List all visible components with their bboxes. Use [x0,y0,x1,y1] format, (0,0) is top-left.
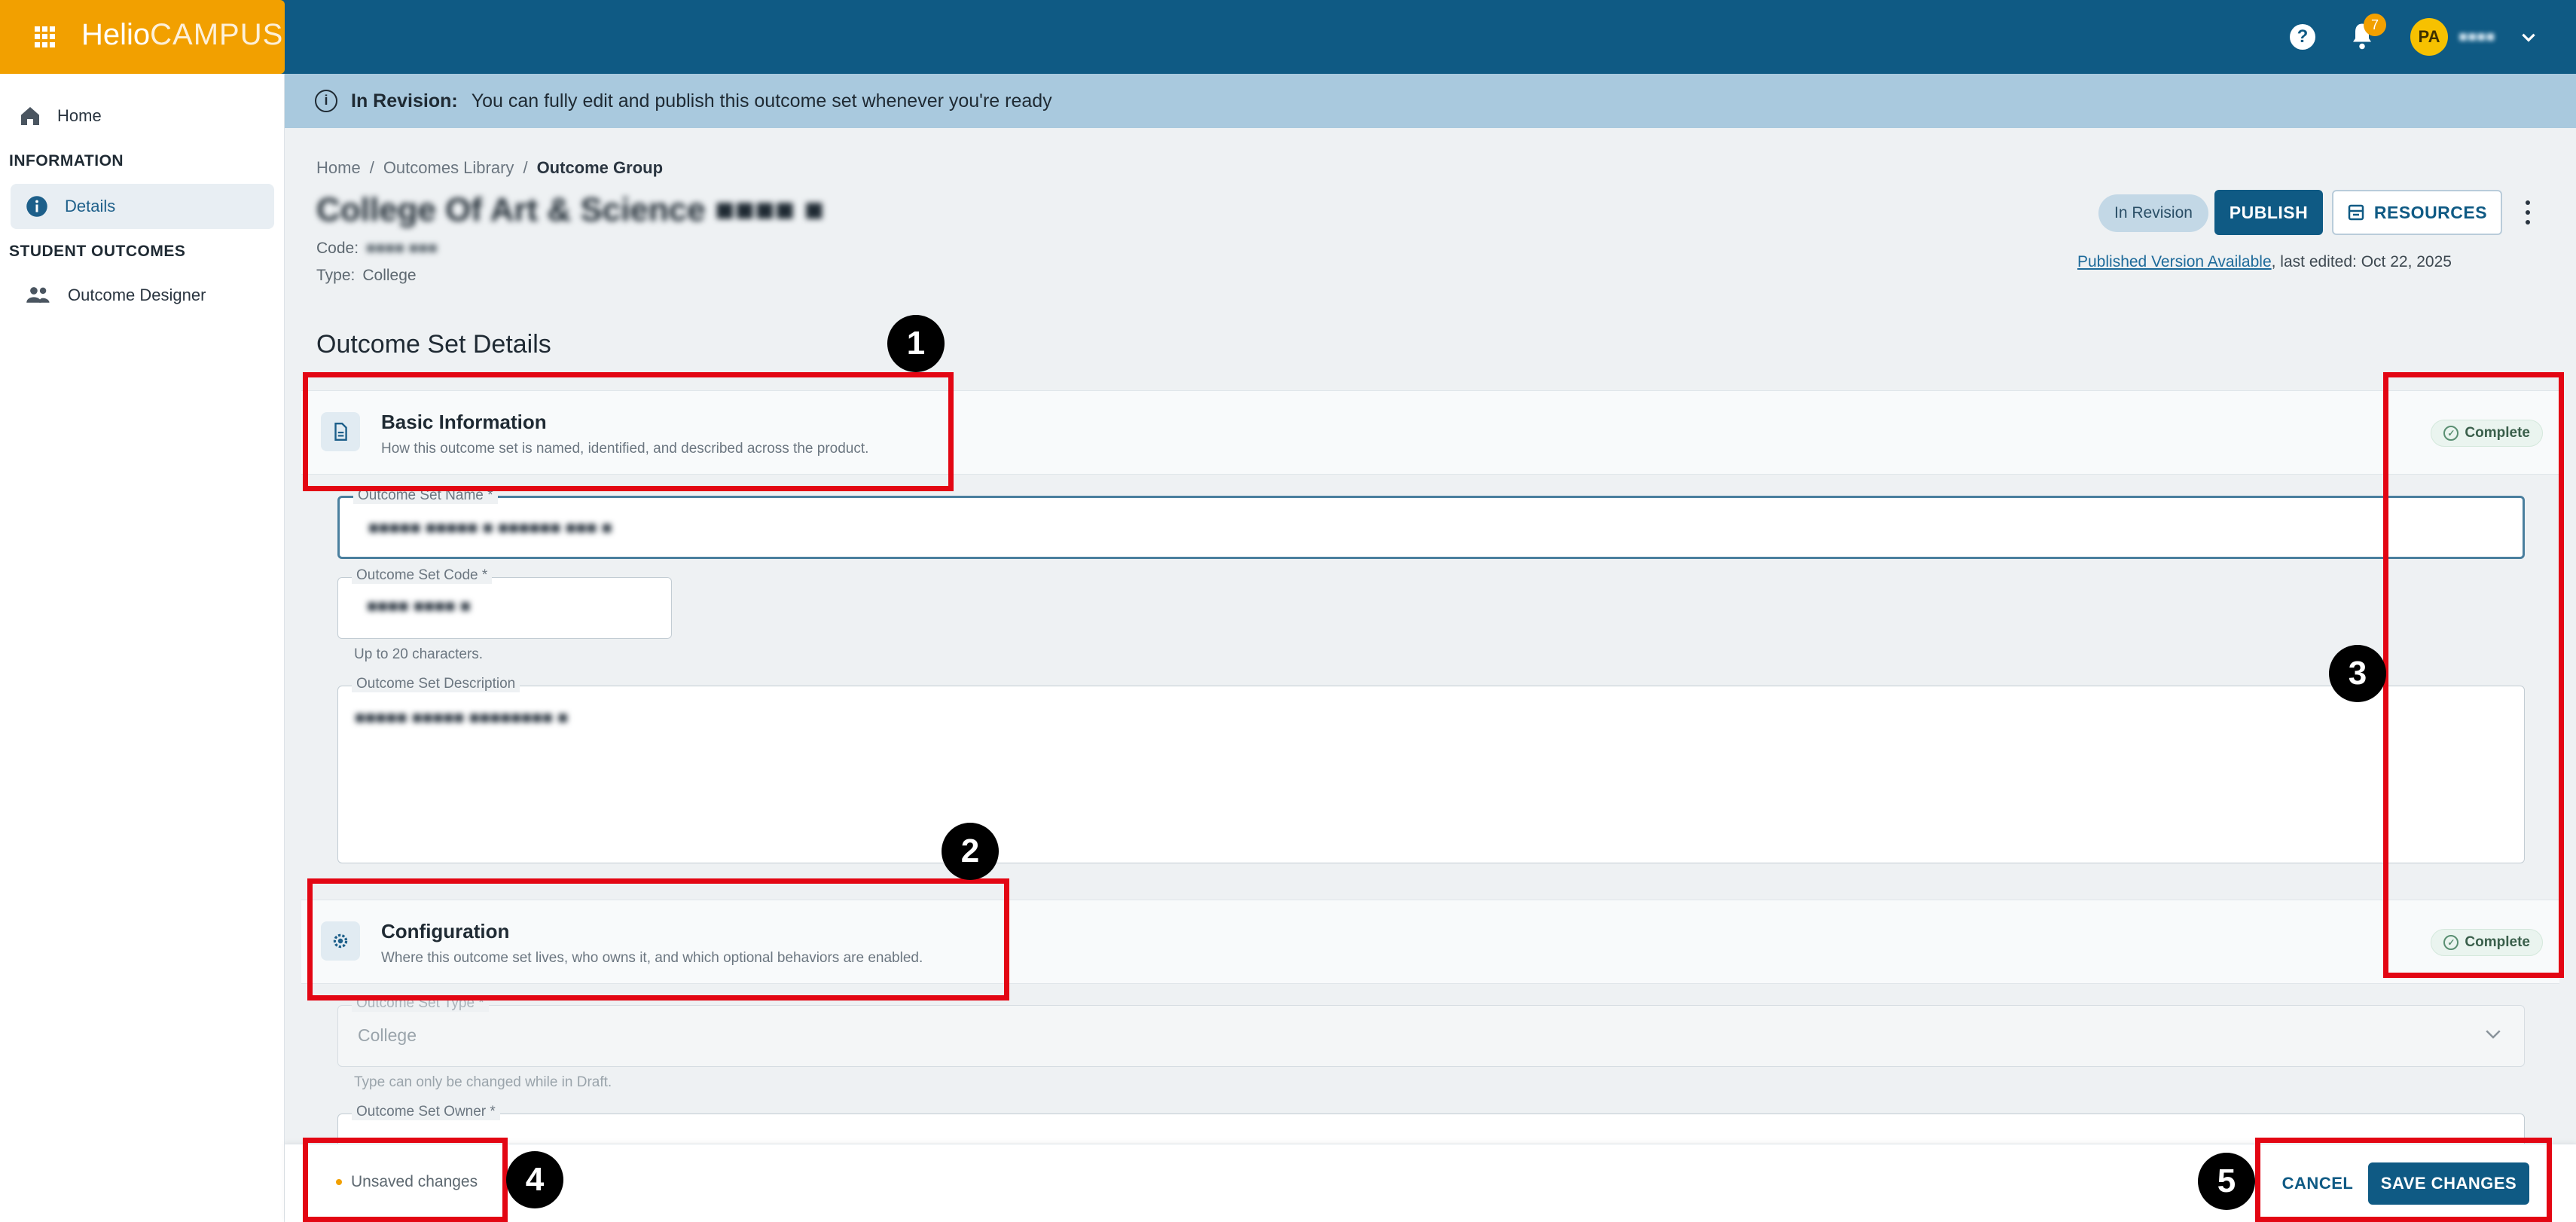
status-badge: In Revision [2098,194,2208,232]
chevron-down-icon [2486,1030,2501,1039]
field-value: ■■■■■ ■■■■■ ■ ■■■■■■ ■■■ ■ [368,518,612,537]
resources-button[interactable]: RESOURCES [2332,190,2502,235]
field-label: Outcome Set Description [352,676,520,692]
callout-number-1: 1 [887,315,945,372]
field-label: Outcome Set Code * [352,567,493,584]
callout-box-1 [303,372,954,491]
breadcrumb-current: Outcome Group [536,158,664,177]
type-label: Type: [316,267,356,284]
sidebar: Home INFORMATION Details STUDENT OUTCOME… [0,74,285,1222]
resources-icon [2348,204,2364,221]
brand-logo[interactable]: HelioCAMPUS [81,18,283,52]
type-meta: Type: College [316,267,417,285]
sidebar-section-information: INFORMATION [9,152,124,170]
banner-message: You can fully edit and publish this outc… [471,90,1052,112]
published-version-link[interactable]: Published Version Available [2077,253,2272,270]
more-options-icon[interactable] [2517,197,2538,228]
callout-number-5: 5 [2198,1153,2255,1210]
type-value: College [362,267,417,284]
outcome-set-description-field[interactable]: Outcome Set Description ■■■■■ ■■■■■ ■■■■… [337,676,2525,863]
outcome-set-type-select[interactable]: Outcome Set Type * College [337,995,2525,1067]
callout-number-4: 4 [506,1151,563,1208]
people-icon [26,287,50,303]
breadcrumb-outcomes-library[interactable]: Outcomes Library [383,158,514,177]
avatar[interactable]: PA [2410,18,2448,56]
section-heading: Outcome Set Details [316,330,551,359]
main-content: Home / Outcomes Library / Outcome Group Coll… [285,128,2576,1222]
type-helper-text: Type can only be changed while in Draft. [354,1074,612,1090]
help-icon[interactable]: ? [2290,24,2315,50]
app-grid-icon[interactable] [35,26,56,47]
outcome-set-name-field[interactable]: Outcome Set Name * ■■■■■ ■■■■■ ■ ■■■■■■ … [337,487,2525,559]
notification-badge: 7 [2364,14,2386,36]
sidebar-item-details[interactable]: Details [11,184,274,229]
code-label: Code: [316,240,359,257]
callout-box-3 [2383,372,2564,978]
callout-number-3: 3 [2329,645,2386,702]
breadcrumb-home[interactable]: Home [316,158,361,177]
brand-area: HelioCAMPUS [0,0,285,74]
resources-label: RESOURCES [2373,202,2488,222]
sidebar-item-label: Details [65,197,116,215]
top-bar: HelioCAMPUS ? 7 PA ■■■■ [0,0,2576,74]
info-icon: i [315,90,337,112]
callout-number-2: 2 [942,823,999,880]
sidebar-item-label: Home [57,106,102,125]
published-info: Published Version Available, last edited… [2077,253,2452,271]
user-name[interactable]: ■■■■ [2458,26,2511,48]
publish-button[interactable]: PUBLISH [2214,190,2323,235]
callout-box-4 [303,1138,508,1222]
breadcrumb: Home / Outcomes Library / Outcome Group [316,158,664,177]
sidebar-item-outcome-designer[interactable]: Outcome Designer [11,273,274,318]
code-value: ■■■■ ■■■ [366,240,438,257]
field-value: ■■■■ ■■■■ ■ [367,596,471,616]
field-value: College [358,1025,417,1045]
revision-banner: i In Revision: You can fully edit and pu… [285,74,2576,128]
code-helper-text: Up to 20 characters. [354,646,484,662]
sidebar-section-student-outcomes: STUDENT OUTCOMES [9,243,186,260]
sidebar-item-label: Outcome Designer [68,286,206,304]
banner-title: In Revision: [351,90,458,112]
info-icon [26,196,47,217]
chevron-down-icon[interactable] [2519,27,2538,47]
callout-box-5 [2255,1138,2552,1222]
page-title: College Of Art & Science ■■■■ ■ [316,191,825,228]
code-meta: Code: ■■■■ ■■■ [316,240,438,258]
last-edited: , last edited: Oct 22, 2025 [2271,253,2452,270]
sidebar-item-home[interactable]: Home [18,101,102,131]
field-value: ■■■■■ ■■■■■ ■■■■■■■■ ■ [355,707,569,727]
home-icon [21,107,39,125]
callout-box-2 [307,878,1009,1001]
outcome-set-code-field[interactable]: Outcome Set Code * ■■■■ ■■■■ ■ [337,567,672,639]
field-label: Outcome Set Owner * [352,1104,500,1120]
